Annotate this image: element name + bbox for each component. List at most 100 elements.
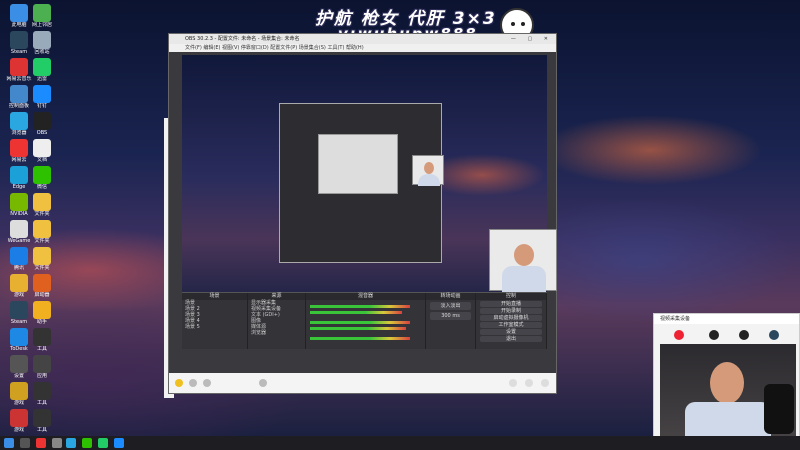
mixer-dock-title: 混音器 <box>306 293 425 300</box>
sources-dock[interactable]: 来源 显示器采集 视频采集设备 文本 (GDI+) 图像 媒体源 浏览器 <box>248 293 306 349</box>
obs-icon <box>33 112 51 130</box>
app-taskbar-icon[interactable] <box>98 438 108 448</box>
desktop-icon-label: OBS <box>36 130 48 136</box>
sources-dock-title: 来源 <box>248 293 305 300</box>
launcher-icon <box>33 274 51 292</box>
start-recording-button[interactable]: 开始录制 <box>480 308 542 314</box>
desktop-icon-label: 文件夹 <box>34 211 50 217</box>
dingtalk-icon <box>33 85 51 103</box>
folder-icon <box>33 247 51 265</box>
obs-titlebar[interactable]: OBS 30.2.3 - 配置文件: 未命名 - 场景集合: 未命名 — ▢ ✕ <box>169 34 556 44</box>
exit-button[interactable]: 退出 <box>480 336 542 342</box>
desktop-icon-label: 钉钉 <box>36 103 47 109</box>
browser-taskbar-icon[interactable] <box>66 438 76 448</box>
desktop-icon[interactable]: 钉钉 <box>25 85 59 109</box>
window-controls[interactable]: — ▢ ✕ <box>511 34 553 44</box>
desktop-icon[interactable]: 启动器 <box>25 274 59 298</box>
controls-dock[interactable]: 控制 开始直播 开始录制 启动虚拟摄像机 工作室模式 设置 退出 <box>476 293 547 349</box>
webcam-window-title: 视频采集设备 <box>654 314 799 324</box>
camera-icon[interactable] <box>739 330 749 340</box>
desktop-icon-label: 工具 <box>36 400 47 406</box>
studio-mode-button[interactable]: 工作室模式 <box>480 322 542 328</box>
windows-taskbar <box>0 436 800 450</box>
desktop-icon[interactable]: 工具 <box>25 409 59 433</box>
audio-meter <box>310 321 410 324</box>
document-icon <box>33 139 51 157</box>
desktop-icon[interactable]: 助手 <box>25 301 59 325</box>
desktop-icon-label: 文件夹 <box>34 265 50 271</box>
audio-meter <box>310 305 410 308</box>
audio-mixer-dock[interactable]: 混音器 <box>306 293 426 349</box>
desktop-icon[interactable]: 迅雷 <box>25 58 59 82</box>
network-icon <box>33 4 51 22</box>
obs-preview[interactable] <box>182 55 557 301</box>
transition-duration[interactable]: 300 ms <box>430 312 471 320</box>
chat-history-icon[interactable] <box>259 379 267 387</box>
desktop-icon-label: 文档 <box>36 157 47 163</box>
assistant-icon <box>33 301 51 319</box>
transition-select[interactable]: 淡入淡出 <box>430 302 471 310</box>
desktop-icon[interactable]: 网上邻居 <box>25 4 59 28</box>
desktop-icon[interactable]: 微信 <box>25 166 59 190</box>
emoji-icon[interactable] <box>175 379 183 387</box>
app-taskbar-icon[interactable] <box>52 438 62 448</box>
scene-item[interactable]: 场景 5 <box>182 324 247 330</box>
start-menu-icon[interactable] <box>4 438 14 448</box>
download-icon <box>33 58 51 76</box>
transitions-dock[interactable]: 转场动画 淡入淡出 300 ms <box>426 293 476 349</box>
chat-window-bottom-bar <box>169 373 556 393</box>
nested-webcam <box>412 155 444 186</box>
desktop-icon-label: 迅雷 <box>36 76 47 82</box>
webcam-feed <box>660 344 796 450</box>
search-icon[interactable] <box>20 438 30 448</box>
steam-icon[interactable] <box>769 330 779 340</box>
transitions-dock-title: 转场动画 <box>426 293 475 300</box>
obs-menubar[interactable]: 文件(F) 编辑(E) 视图(V) 停靠窗口(D) 配置文件(P) 场景集合(S… <box>169 44 556 52</box>
virtual-camera-button[interactable]: 启动虚拟摄像机 <box>480 315 542 321</box>
preview-webcam <box>489 229 557 292</box>
record-icon[interactable] <box>674 330 684 340</box>
desktop-icon[interactable]: 文件夹 <box>25 220 59 244</box>
obs-docks: 场景 场景 场景 2 场景 3 场景 4 场景 5 来源 显示器采集 视频采集设… <box>182 292 547 349</box>
scenes-dock-title: 场景 <box>182 293 247 300</box>
recycle-bin-icon <box>33 31 51 49</box>
webcam-window[interactable]: 视频采集设备 <box>653 313 800 450</box>
desktop-icon[interactable]: OBS <box>25 112 59 136</box>
tiktok-icon[interactable] <box>709 330 719 340</box>
audio-meter <box>310 311 402 314</box>
mic-icon[interactable] <box>509 379 517 387</box>
wechat-taskbar-icon[interactable] <box>82 438 92 448</box>
app-taskbar-icon[interactable] <box>114 438 124 448</box>
wechat-icon <box>33 166 51 184</box>
desktop-icon[interactable]: 工具 <box>25 328 59 352</box>
obs-window-title: OBS 30.2.3 - 配置文件: 未命名 - 场景集合: 未命名 <box>185 36 300 42</box>
folder-icon <box>33 220 51 238</box>
controls-dock-title: 控制 <box>476 293 546 300</box>
desktop-icon-label: 网上邻居 <box>31 22 52 28</box>
desktop-icon-label: 回收站 <box>34 49 50 55</box>
obs-window[interactable]: OBS 30.2.3 - 配置文件: 未命名 - 场景集合: 未命名 — ▢ ✕… <box>168 33 557 394</box>
phone-icon[interactable] <box>525 379 533 387</box>
desktop-icon[interactable]: 文件夹 <box>25 247 59 271</box>
video-icon[interactable] <box>541 379 549 387</box>
folder-icon[interactable] <box>189 379 197 387</box>
desktop-icon-label: 启动器 <box>34 292 50 298</box>
tool-icon <box>33 382 51 400</box>
desktop-icon[interactable]: 文档 <box>25 139 59 163</box>
desktop-icon[interactable]: 应用 <box>25 355 59 379</box>
start-streaming-button[interactable]: 开始直播 <box>480 301 542 307</box>
audio-meter <box>310 337 410 340</box>
desktop-icon[interactable]: 工具 <box>25 382 59 406</box>
tool-icon <box>33 328 51 346</box>
desktop-icon[interactable]: 文件夹 <box>25 193 59 217</box>
folder-icon <box>33 193 51 211</box>
desktop-icon[interactable]: 回收站 <box>25 31 59 55</box>
source-item[interactable]: 浏览器 <box>248 330 305 336</box>
desktop-icon-label: 应用 <box>36 373 47 379</box>
desktop-icon-label: 微信 <box>36 184 47 190</box>
netease-taskbar-icon[interactable] <box>36 438 46 448</box>
screenshot-icon[interactable] <box>203 379 211 387</box>
scenes-dock[interactable]: 场景 场景 场景 2 场景 3 场景 4 场景 5 <box>182 293 248 349</box>
settings-button[interactable]: 设置 <box>480 329 542 335</box>
nested-preview-window <box>318 134 398 194</box>
